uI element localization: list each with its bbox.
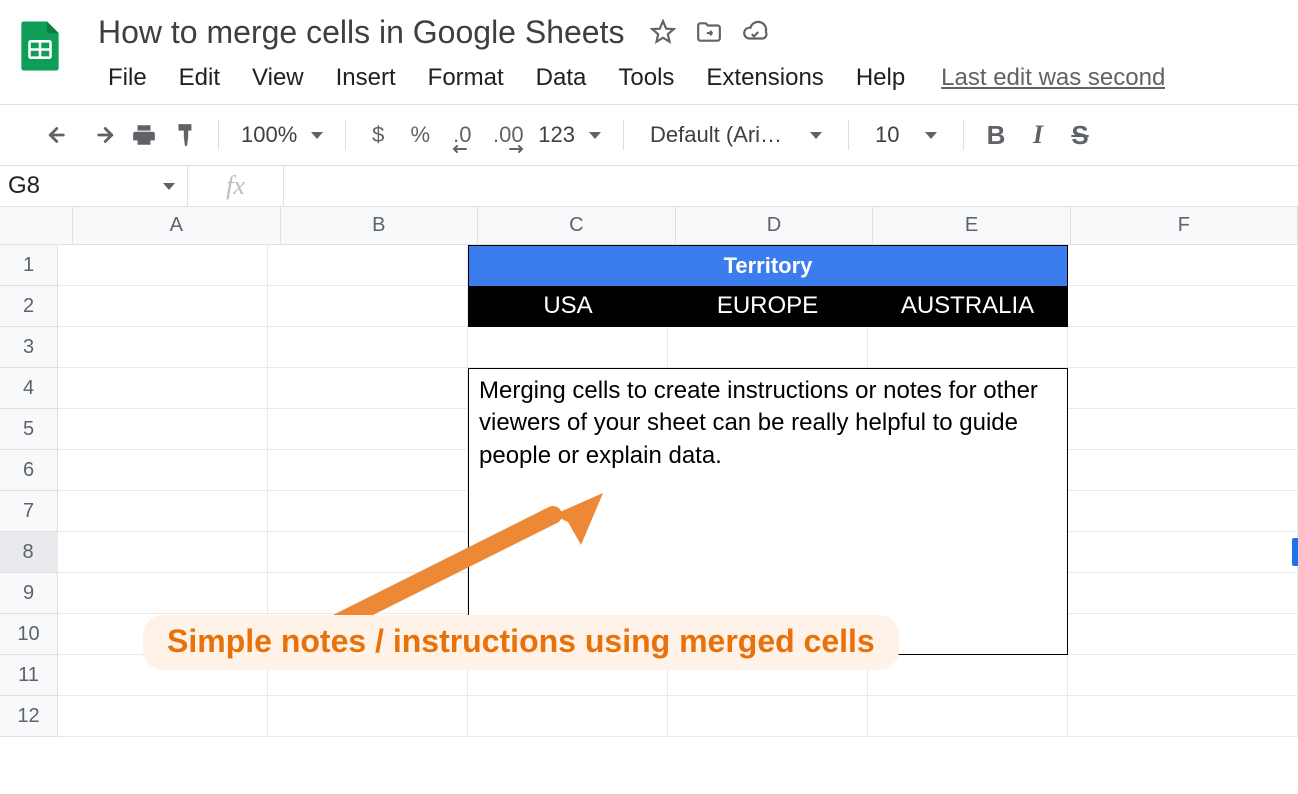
column-header-E[interactable]: E [873,207,1071,244]
divider [623,120,624,150]
row-header-9[interactable]: 9 [0,573,58,614]
column-header-B[interactable]: B [281,207,479,244]
row-header-11[interactable]: 11 [0,655,58,696]
cell-E2[interactable]: AUSTRALIA [868,286,1068,327]
format-percent-button[interactable]: % [400,115,440,155]
formula-bar-row: G8 fx [0,165,1298,207]
cell-reference: G8 [8,172,40,200]
divider [963,120,964,150]
row-headers: 1 2 3 4 5 6 7 8 9 10 11 12 [0,245,58,737]
cell-D2[interactable]: EUROPE [668,286,868,327]
divider [848,120,849,150]
redo-button[interactable] [82,115,122,155]
font-family-value: Default (Ari… [650,122,782,148]
menu-format[interactable]: Format [414,60,518,96]
merged-header-territory[interactable]: Territory [468,245,1068,286]
column-header-A[interactable]: A [73,207,280,244]
row-header-6[interactable]: 6 [0,450,58,491]
paint-format-button[interactable] [166,115,206,155]
divider [345,120,346,150]
print-button[interactable] [124,115,164,155]
menu-data[interactable]: Data [522,60,601,96]
divider [218,120,219,150]
bold-button[interactable]: B [976,115,1016,155]
font-family-dropdown[interactable]: Default (Ari… [636,115,836,155]
chevron-down-icon [311,132,323,139]
row-header-4[interactable]: 4 [0,368,58,409]
format-currency-button[interactable]: $ [358,115,398,155]
zoom-value: 100% [241,122,297,148]
title-bar: How to merge cells in Google Sheets File… [0,0,1298,100]
row-header-2[interactable]: 2 [0,286,58,327]
undo-button[interactable] [40,115,80,155]
row-header-5[interactable]: 5 [0,409,58,450]
chevron-down-icon [589,132,601,139]
column-header-D[interactable]: D [676,207,874,244]
cell-C2[interactable]: USA [468,286,668,327]
menu-edit[interactable]: Edit [165,60,234,96]
name-box[interactable]: G8 [0,166,188,206]
document-title[interactable]: How to merge cells in Google Sheets [94,12,628,53]
star-icon[interactable] [650,19,676,45]
menu-extensions[interactable]: Extensions [692,60,837,96]
spreadsheet-grid[interactable]: A B C D E F 1 2 3 4 5 6 7 8 9 10 11 12 [0,207,1298,753]
italic-button[interactable]: I [1018,115,1058,155]
row-header-7[interactable]: 7 [0,491,58,532]
row-header-8[interactable]: 8 [0,532,58,573]
chevron-down-icon [810,132,822,139]
column-header-C[interactable]: C [478,207,676,244]
column-headers: A B C D E F [0,207,1298,245]
font-size-dropdown[interactable]: 10 [861,115,951,155]
menu-help[interactable]: Help [842,60,919,96]
menu-tools[interactable]: Tools [604,60,688,96]
menu-bar: File Edit View Insert Format Data Tools … [94,56,1292,100]
menu-view[interactable]: View [238,60,318,96]
cloud-status-icon[interactable] [742,19,768,45]
row-header-12[interactable]: 12 [0,696,58,737]
row-header-10[interactable]: 10 [0,614,58,655]
selection-indicator [1292,538,1298,566]
more-formats-dropdown[interactable]: 123 [534,115,611,155]
fx-icon: fx [188,166,284,206]
decrease-decimal-button[interactable]: .0 [442,115,482,155]
row-header-1[interactable]: 1 [0,245,58,286]
sheets-app-icon[interactable] [12,18,68,74]
move-to-folder-icon[interactable] [696,19,722,45]
menu-file[interactable]: File [94,60,161,96]
last-edit-link[interactable]: Last edit was second [941,64,1165,92]
row-header-3[interactable]: 3 [0,327,58,368]
toolbar: 100% $ % .0 .00 123 Default (Ari… 10 B I… [0,105,1298,165]
select-all-corner[interactable] [0,207,73,244]
chevron-down-icon [163,183,175,190]
formula-input[interactable] [284,166,1298,206]
menu-insert[interactable]: Insert [322,60,410,96]
zoom-dropdown[interactable]: 100% [231,115,333,155]
font-size-value: 10 [875,122,899,148]
column-header-F[interactable]: F [1071,207,1298,244]
strikethrough-button[interactable]: S [1060,115,1100,155]
chevron-down-icon [925,132,937,139]
merged-note-cell[interactable]: Merging cells to create instructions or … [468,368,1068,655]
increase-decimal-button[interactable]: .00 [484,115,532,155]
